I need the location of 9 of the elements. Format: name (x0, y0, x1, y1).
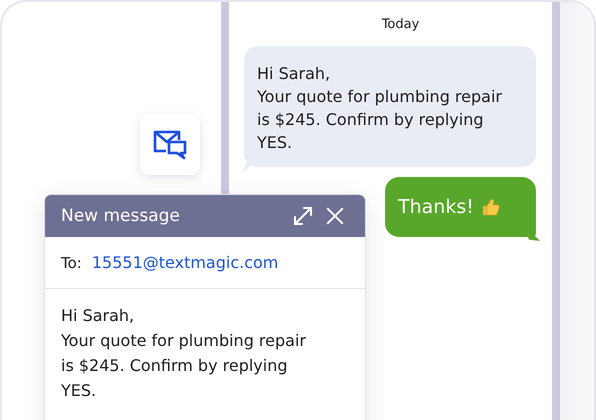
recipient-email[interactable]: 15551@textmagic.com (92, 253, 278, 272)
icon-tile[interactable] (140, 114, 200, 175)
compose-title: New message (61, 206, 181, 226)
date-label: Today (380, 17, 420, 32)
message-body[interactable]: Hi Sarah, Your quote for plumbing repair is $245. Confirm by replying YES. (45, 289, 327, 417)
expand-icon[interactable] (293, 206, 313, 226)
message-icon (153, 128, 187, 160)
to-label: To: (61, 254, 82, 272)
close-icon[interactable] (326, 207, 344, 225)
